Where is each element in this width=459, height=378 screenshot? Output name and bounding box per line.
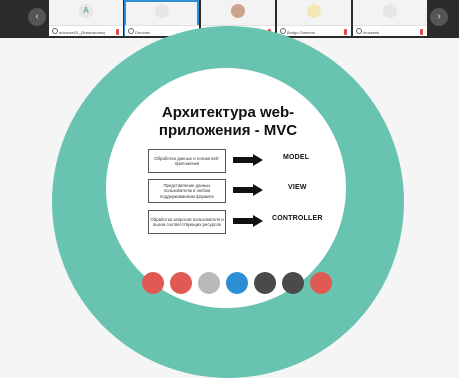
leave-call-button[interactable] xyxy=(310,272,332,294)
description-box: Обработка запросов пользователя и вызов … xyxy=(148,210,226,234)
chevron-left-icon: ‹ xyxy=(35,11,39,22)
participant-name: Bodgo Gamene xyxy=(287,30,316,35)
previous-participants-button[interactable]: ‹ xyxy=(28,8,46,26)
more-button[interactable] xyxy=(282,272,304,294)
arrow-right-icon xyxy=(233,215,263,227)
participant-name-bar: Bodgo Gamene xyxy=(277,25,351,36)
participant-tile[interactable]: Innokenti xyxy=(352,0,427,36)
chat-button[interactable] xyxy=(226,272,248,294)
settings-button[interactable] xyxy=(254,272,276,294)
pin-icon[interactable] xyxy=(52,28,58,34)
slide-title-line-2: приложения - MVC xyxy=(158,122,298,139)
participant-name: Doruhan xyxy=(135,30,151,35)
pin-icon[interactable] xyxy=(128,28,134,34)
screen-share-button[interactable] xyxy=(198,272,220,294)
participant-name-bar: Innokenti xyxy=(353,25,427,36)
slide-title: Архитектура web- приложения - MVC xyxy=(118,104,338,140)
component-label: CONTROLLER xyxy=(272,215,323,222)
arrow-right-icon xyxy=(233,184,263,196)
next-participants-button[interactable]: › xyxy=(430,8,448,26)
avatar xyxy=(231,4,245,18)
avatar: A xyxy=(79,4,93,18)
participant-name: Innokenti xyxy=(363,30,380,35)
slide-title-line-1: Архитектура web- xyxy=(161,104,295,121)
microphone-muted-icon xyxy=(344,29,347,35)
participant-tile[interactable]: Bodgo Gamene xyxy=(276,0,351,36)
participant-name-bar: autuzwe03_(Знакомства) xyxy=(49,25,123,36)
microphone-muted-icon xyxy=(116,29,119,35)
avatar xyxy=(155,4,169,18)
avatar xyxy=(307,4,321,18)
participant-name: autuzwe03_(Знакомства) xyxy=(59,30,105,35)
description-box: Представление данных пользователю в любо… xyxy=(148,179,226,203)
pin-icon[interactable] xyxy=(356,28,362,34)
microphone-button[interactable] xyxy=(142,272,164,294)
microphone-muted-icon xyxy=(420,29,423,35)
participant-tile[interactable]: A autuzwe03_(Знакомства) xyxy=(48,0,123,36)
description-box: Обработка данных и логика веб-приложения xyxy=(148,149,226,173)
avatar xyxy=(383,4,397,18)
chevron-right-icon: › xyxy=(437,11,441,22)
pin-icon[interactable] xyxy=(280,28,286,34)
camera-button[interactable] xyxy=(170,272,192,294)
component-label: MODEL xyxy=(283,154,310,161)
component-label: VIEW xyxy=(288,184,307,191)
arrow-right-icon xyxy=(233,154,263,166)
